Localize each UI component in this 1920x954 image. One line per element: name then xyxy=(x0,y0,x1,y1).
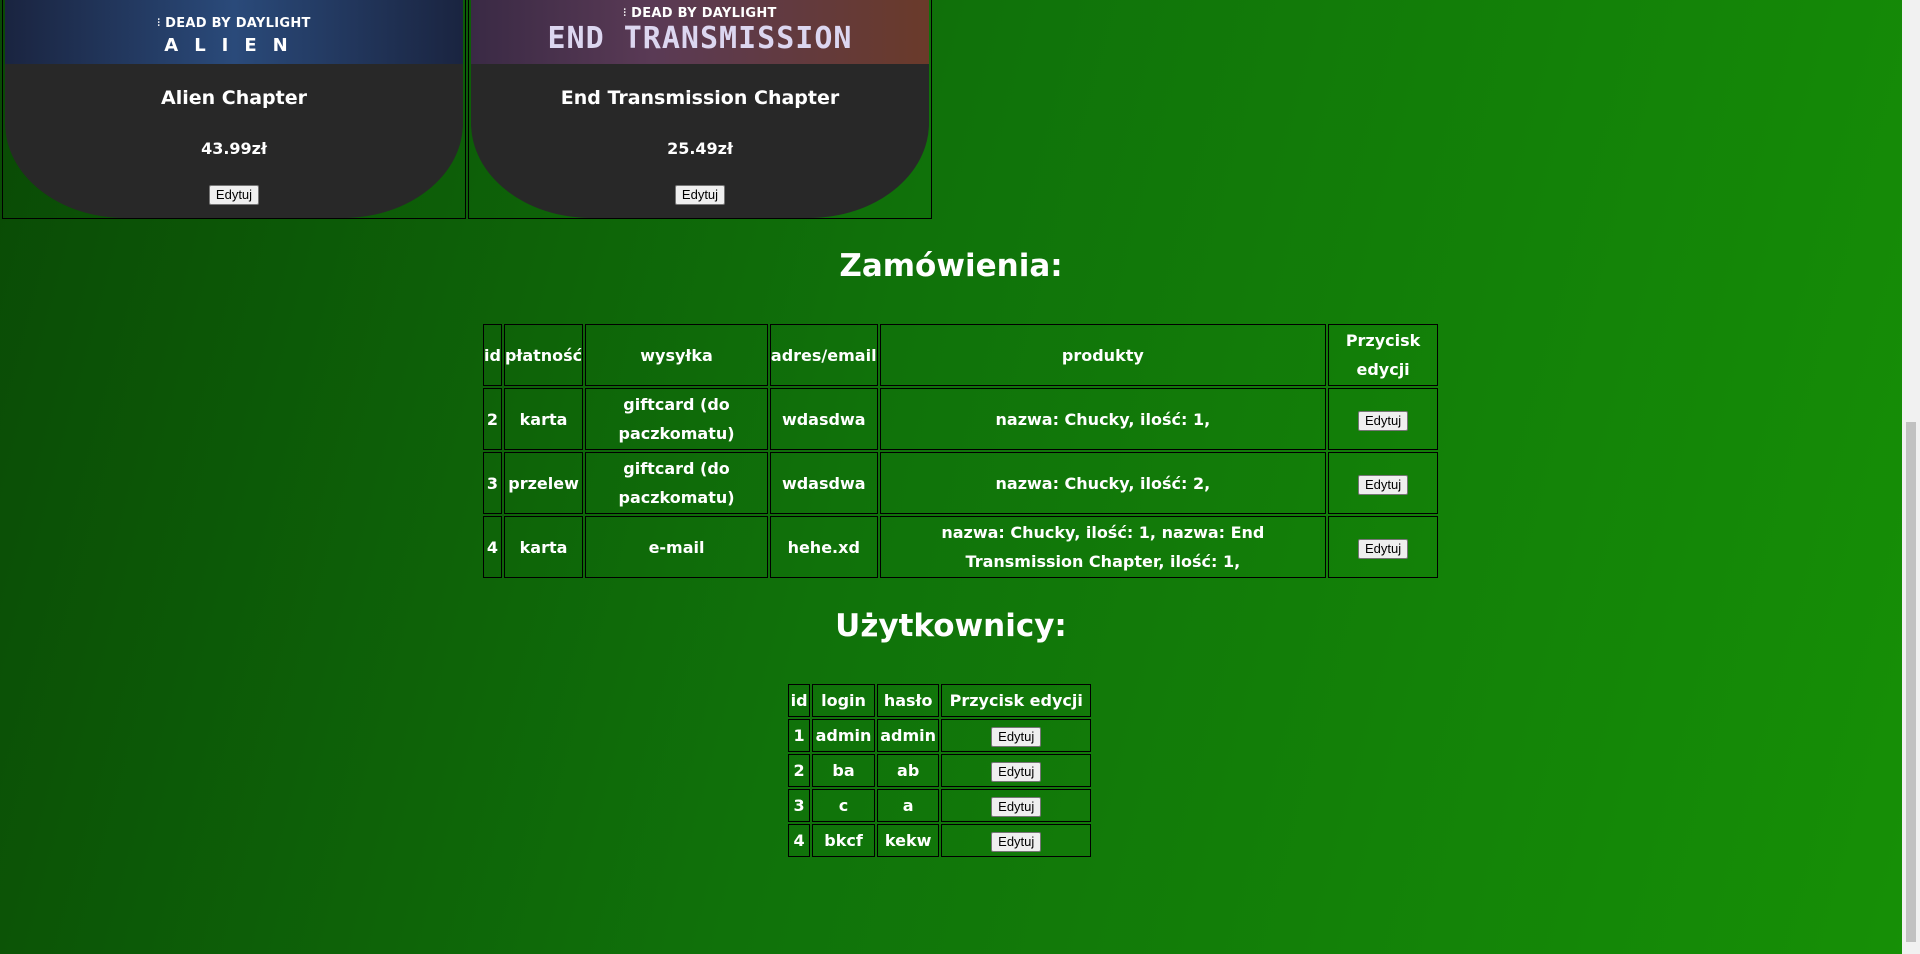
product-banner-image: ⫶ DEAD BY DAYLIGHT ALIEN xyxy=(5,0,463,64)
user-edit-cell: Edytuj xyxy=(941,754,1091,787)
product-title: End Transmission Chapter xyxy=(560,87,840,109)
banner-brand: ⫶ DEAD BY DAYLIGHT xyxy=(157,16,310,31)
users-col-edit: Przycisk edycji xyxy=(941,684,1091,717)
order-address: wdasdwa xyxy=(769,452,878,514)
order-id: 2 xyxy=(483,388,502,450)
order-products: nazwa: Chucky, ilość: 2, xyxy=(879,452,1327,514)
user-id: 4 xyxy=(788,824,811,857)
user-login: bkcf xyxy=(812,824,875,857)
user-edit-cell: Edytuj xyxy=(941,824,1091,857)
page: ⫶ DEAD BY DAYLIGHT ALIEN Alien Chapter 4… xyxy=(0,0,1902,954)
edit-order-button[interactable]: Edytuj xyxy=(1358,538,1409,559)
scrollbar-thumb[interactable] xyxy=(1906,422,1916,942)
dbd-logo-icon: ⫶ xyxy=(157,18,161,29)
table-header-row: id login hasło Przycisk edycji xyxy=(788,684,1091,717)
orders-col-edit: Przycisk edycji xyxy=(1328,324,1438,386)
users-heading: Użytkownicy: xyxy=(835,608,1067,644)
order-shipping: giftcard (do paczkomatu) xyxy=(585,452,768,514)
users-col-login: login xyxy=(812,684,875,717)
user-login: c xyxy=(812,789,875,822)
table-row: 4 karta e-mail hehe.xd nazwa: Chucky, il… xyxy=(483,516,1438,578)
orders-col-payment: płatność xyxy=(503,324,584,386)
product-banner-image: ⫶ DEAD BY DAYLIGHT END TRANSMISSION xyxy=(471,0,929,64)
user-id: 2 xyxy=(788,754,811,787)
edit-product-button[interactable]: Edytuj xyxy=(674,185,726,205)
product-card-body: ⫶ DEAD BY DAYLIGHT ALIEN Alien Chapter 4… xyxy=(5,0,463,218)
order-shipping: giftcard (do paczkomatu) xyxy=(585,388,768,450)
order-id: 3 xyxy=(483,452,502,514)
edit-user-button[interactable]: Edytuj xyxy=(991,727,1042,747)
edit-order-button[interactable]: Edytuj xyxy=(1358,474,1409,495)
order-edit-cell: Edytuj xyxy=(1328,516,1438,578)
banner-game-title: ALIEN xyxy=(164,35,304,56)
product-button-wrap: Edytuj xyxy=(471,184,929,205)
order-products: nazwa: Chucky, ilość: 1, xyxy=(879,388,1327,450)
orders-col-address: adres/email xyxy=(769,324,878,386)
user-password: ab xyxy=(876,754,940,787)
users-col-password: hasło xyxy=(876,684,940,717)
orders-table: id płatność wysyłka adres/email produkty… xyxy=(481,322,1440,580)
edit-product-button[interactable]: Edytuj xyxy=(208,185,260,205)
user-edit-cell: Edytuj xyxy=(941,789,1091,822)
edit-order-button[interactable]: Edytuj xyxy=(1358,410,1409,431)
banner-brand-text: DEAD BY DAYLIGHT xyxy=(165,16,311,31)
table-header-row: id płatność wysyłka adres/email produkty… xyxy=(483,324,1438,386)
orders-heading: Zamówienia: xyxy=(839,248,1063,284)
vertical-scrollbar[interactable] xyxy=(1902,0,1920,954)
order-payment: karta xyxy=(503,388,584,450)
order-products: nazwa: Chucky, ilość: 1, nazwa: End Tran… xyxy=(879,516,1327,578)
orders-col-products: produkty xyxy=(879,324,1327,386)
user-id: 1 xyxy=(788,719,811,752)
banner-game-title: END TRANSMISSION xyxy=(547,21,853,56)
product-button-wrap: Edytuj xyxy=(5,184,463,205)
order-payment: karta xyxy=(503,516,584,578)
orders-col-shipping: wysyłka xyxy=(585,324,768,386)
table-row: 4 bkcf kekw Edytuj xyxy=(788,824,1091,857)
order-address: hehe.xd xyxy=(769,516,878,578)
banner-brand-text: DEAD BY DAYLIGHT xyxy=(631,6,777,21)
user-password: a xyxy=(876,789,940,822)
users-col-id: id xyxy=(788,684,811,717)
edit-user-button[interactable]: Edytuj xyxy=(991,762,1042,782)
table-row: 2 karta giftcard (do paczkomatu) wdasdwa… xyxy=(483,388,1438,450)
order-edit-cell: Edytuj xyxy=(1328,452,1438,514)
product-price: 25.49zł xyxy=(667,139,733,158)
order-shipping: e-mail xyxy=(585,516,768,578)
table-row: 3 c a Edytuj xyxy=(788,789,1091,822)
user-login: admin xyxy=(812,719,875,752)
user-edit-cell: Edytuj xyxy=(941,719,1091,752)
users-table: id login hasło Przycisk edycji 1 admin a… xyxy=(786,682,1093,859)
banner-brand: ⫶ DEAD BY DAYLIGHT xyxy=(623,6,776,21)
edit-user-button[interactable]: Edytuj xyxy=(991,832,1042,852)
user-login: ba xyxy=(812,754,875,787)
table-row: 1 admin admin Edytuj xyxy=(788,719,1091,752)
order-edit-cell: Edytuj xyxy=(1328,388,1438,450)
table-row: 3 przelew giftcard (do paczkomatu) wdasd… xyxy=(483,452,1438,514)
orders-col-id: id xyxy=(483,324,502,386)
edit-user-button[interactable]: Edytuj xyxy=(991,797,1042,817)
table-row: 2 ba ab Edytuj xyxy=(788,754,1091,787)
product-card: ⫶ DEAD BY DAYLIGHT END TRANSMISSION End … xyxy=(468,0,932,219)
order-id: 4 xyxy=(483,516,502,578)
product-price: 43.99zł xyxy=(201,139,267,158)
user-password: kekw xyxy=(876,824,940,857)
product-card-body: ⫶ DEAD BY DAYLIGHT END TRANSMISSION End … xyxy=(471,0,929,218)
product-card: ⫶ DEAD BY DAYLIGHT ALIEN Alien Chapter 4… xyxy=(2,0,466,219)
user-id: 3 xyxy=(788,789,811,822)
order-address: wdasdwa xyxy=(769,388,878,450)
user-password: admin xyxy=(876,719,940,752)
product-title: Alien Chapter xyxy=(161,87,307,109)
dbd-logo-icon: ⫶ xyxy=(623,8,627,19)
order-payment: przelew xyxy=(503,452,584,514)
